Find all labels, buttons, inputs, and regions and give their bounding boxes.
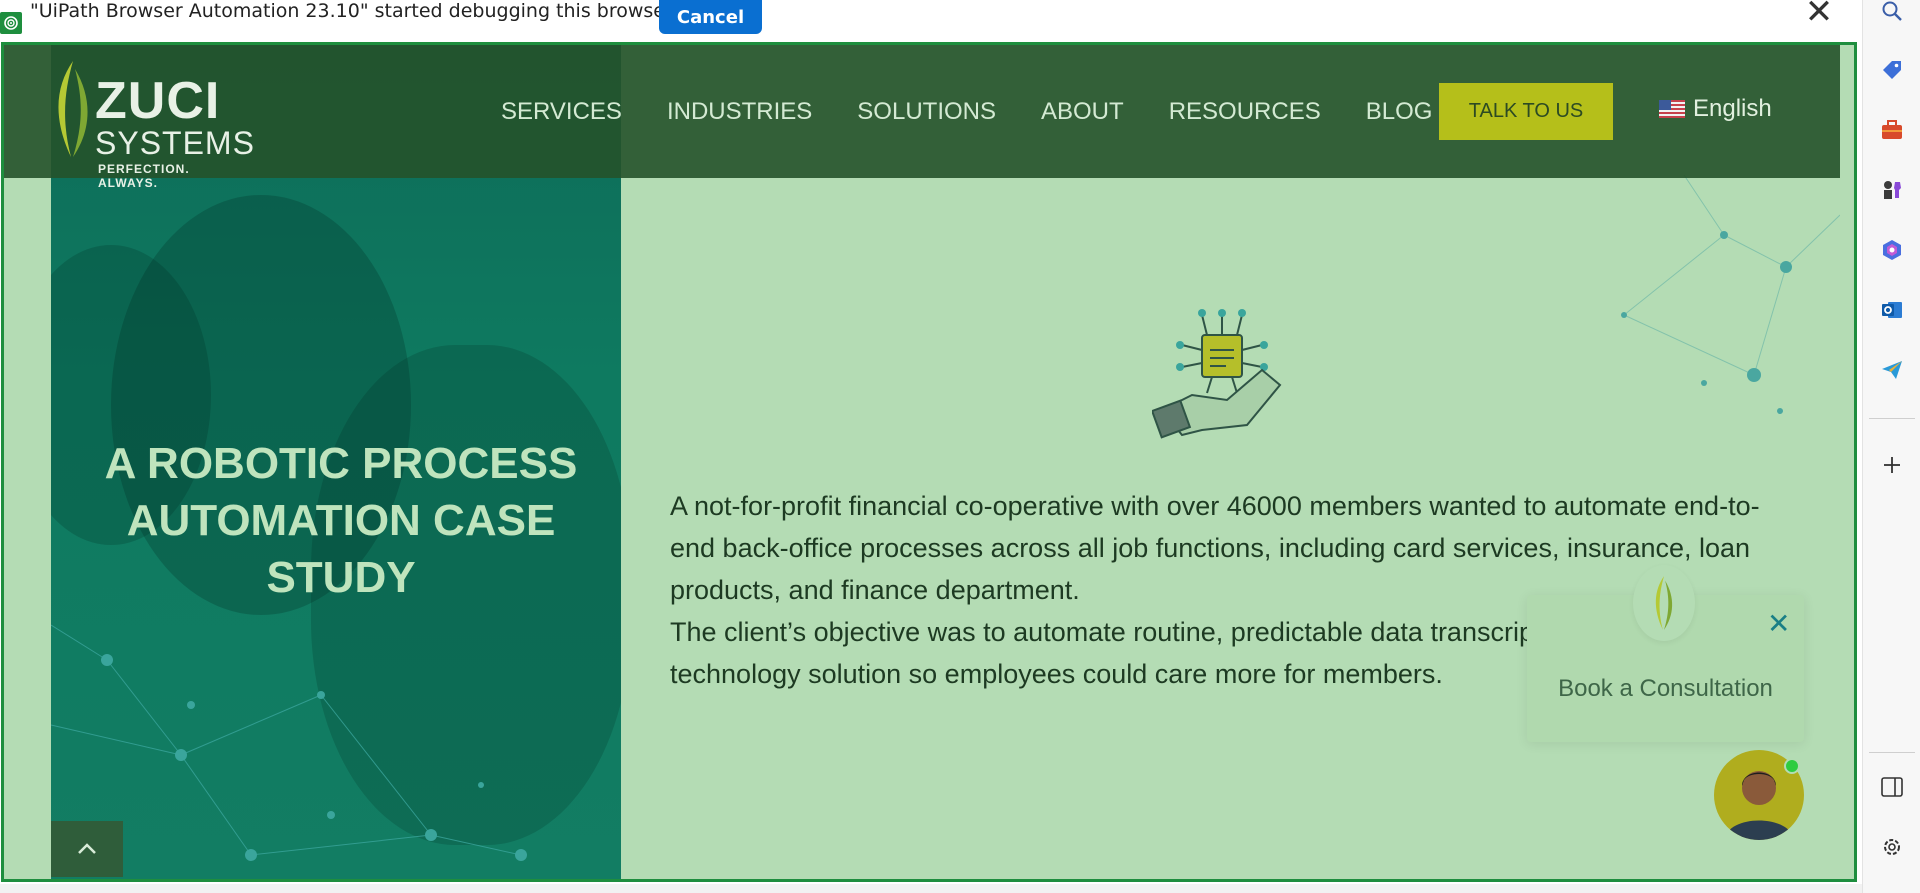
us-flag-icon — [1659, 100, 1685, 118]
paragraph: A not-for-profit financial co-operative … — [670, 491, 1760, 605]
nav-item-about[interactable]: ABOUT — [1041, 95, 1124, 129]
briefcase-icon[interactable] — [1877, 115, 1907, 145]
nav-item-solutions[interactable]: SOLUTIONS — [857, 95, 996, 129]
chess-icon[interactable] — [1877, 175, 1907, 205]
sidebar-divider — [1869, 418, 1915, 419]
debug-message: "UiPath Browser Automation 23.10" starte… — [30, 0, 673, 22]
debug-status-icon — [0, 12, 22, 34]
hero-title: A ROBOTIC PROCESS AUTOMATION CASE STUDY — [91, 435, 591, 606]
taskbar-edge — [0, 884, 1862, 893]
consultation-popup[interactable]: ✕ Book a Consultation — [1527, 565, 1804, 742]
close-debug-bar-button[interactable]: ✕ — [1804, 0, 1834, 29]
nav-item-services[interactable]: SERVICES — [501, 95, 622, 129]
online-status-indicator — [1784, 758, 1800, 774]
cancel-debug-button[interactable]: Cancel — [659, 0, 762, 34]
network-decoration — [1621, 175, 1840, 414]
language-label: English — [1693, 95, 1772, 122]
main-navigation: SERVICES INDUSTRIES SOLUTIONS ABOUT RESO… — [501, 95, 1432, 129]
add-icon[interactable] — [1877, 450, 1907, 480]
hero-title-line: A ROBOTIC PROCESS — [104, 439, 578, 488]
sidebar-divider — [1869, 752, 1915, 753]
book-consultation-label[interactable]: Book a Consultation — [1527, 675, 1804, 703]
chevron-up-icon — [78, 843, 96, 854]
nav-item-resources[interactable]: RESOURCES — [1169, 95, 1321, 129]
send-icon[interactable] — [1877, 355, 1907, 385]
nav-item-blog[interactable]: BLOG — [1366, 95, 1433, 129]
close-popup-icon[interactable]: ✕ — [1767, 607, 1790, 640]
zuci-leaf-icon — [1633, 565, 1695, 641]
debug-notification-bar: "UiPath Browser Automation 23.10" starte… — [0, 0, 1862, 44]
logo-tagline: PERFECTION. ALWAYS. — [98, 162, 190, 190]
zuci-logo[interactable]: ZUCI SYSTEMS PERFECTION. ALWAYS. — [51, 59, 254, 190]
browser-viewport: A ROBOTIC PROCESS AUTOMATION CASE STUDY — [1, 42, 1857, 882]
scroll-to-top-button[interactable] — [51, 821, 123, 877]
logo-wordmark: ZUCI — [95, 72, 221, 130]
tag-icon[interactable] — [1877, 55, 1907, 85]
site-header: ZUCI SYSTEMS PERFECTION. ALWAYS. SERVICE… — [4, 45, 1840, 190]
split-view-icon[interactable] — [1877, 772, 1907, 802]
outlook-icon[interactable] — [1877, 295, 1907, 325]
robot-hand-chip-icon — [1152, 309, 1282, 439]
browser-sidebar — [1862, 0, 1920, 893]
hero-title-line: STUDY — [266, 553, 416, 602]
copilot-icon[interactable] — [1877, 235, 1907, 265]
logo-subtitle: SYSTEMS — [95, 125, 255, 161]
web-page: A ROBOTIC PROCESS AUTOMATION CASE STUDY — [4, 45, 1840, 879]
hero-title-line: AUTOMATION CASE — [126, 496, 556, 545]
nav-item-industries[interactable]: INDUSTRIES — [667, 95, 812, 129]
leaf-logo-icon — [58, 61, 88, 157]
settings-icon[interactable] — [1877, 832, 1907, 862]
search-icon[interactable] — [1877, 0, 1907, 26]
language-selector[interactable]: English — [1659, 95, 1772, 123]
network-graphic — [51, 624, 527, 861]
talk-to-us-button[interactable]: TALK TO US — [1439, 83, 1613, 140]
